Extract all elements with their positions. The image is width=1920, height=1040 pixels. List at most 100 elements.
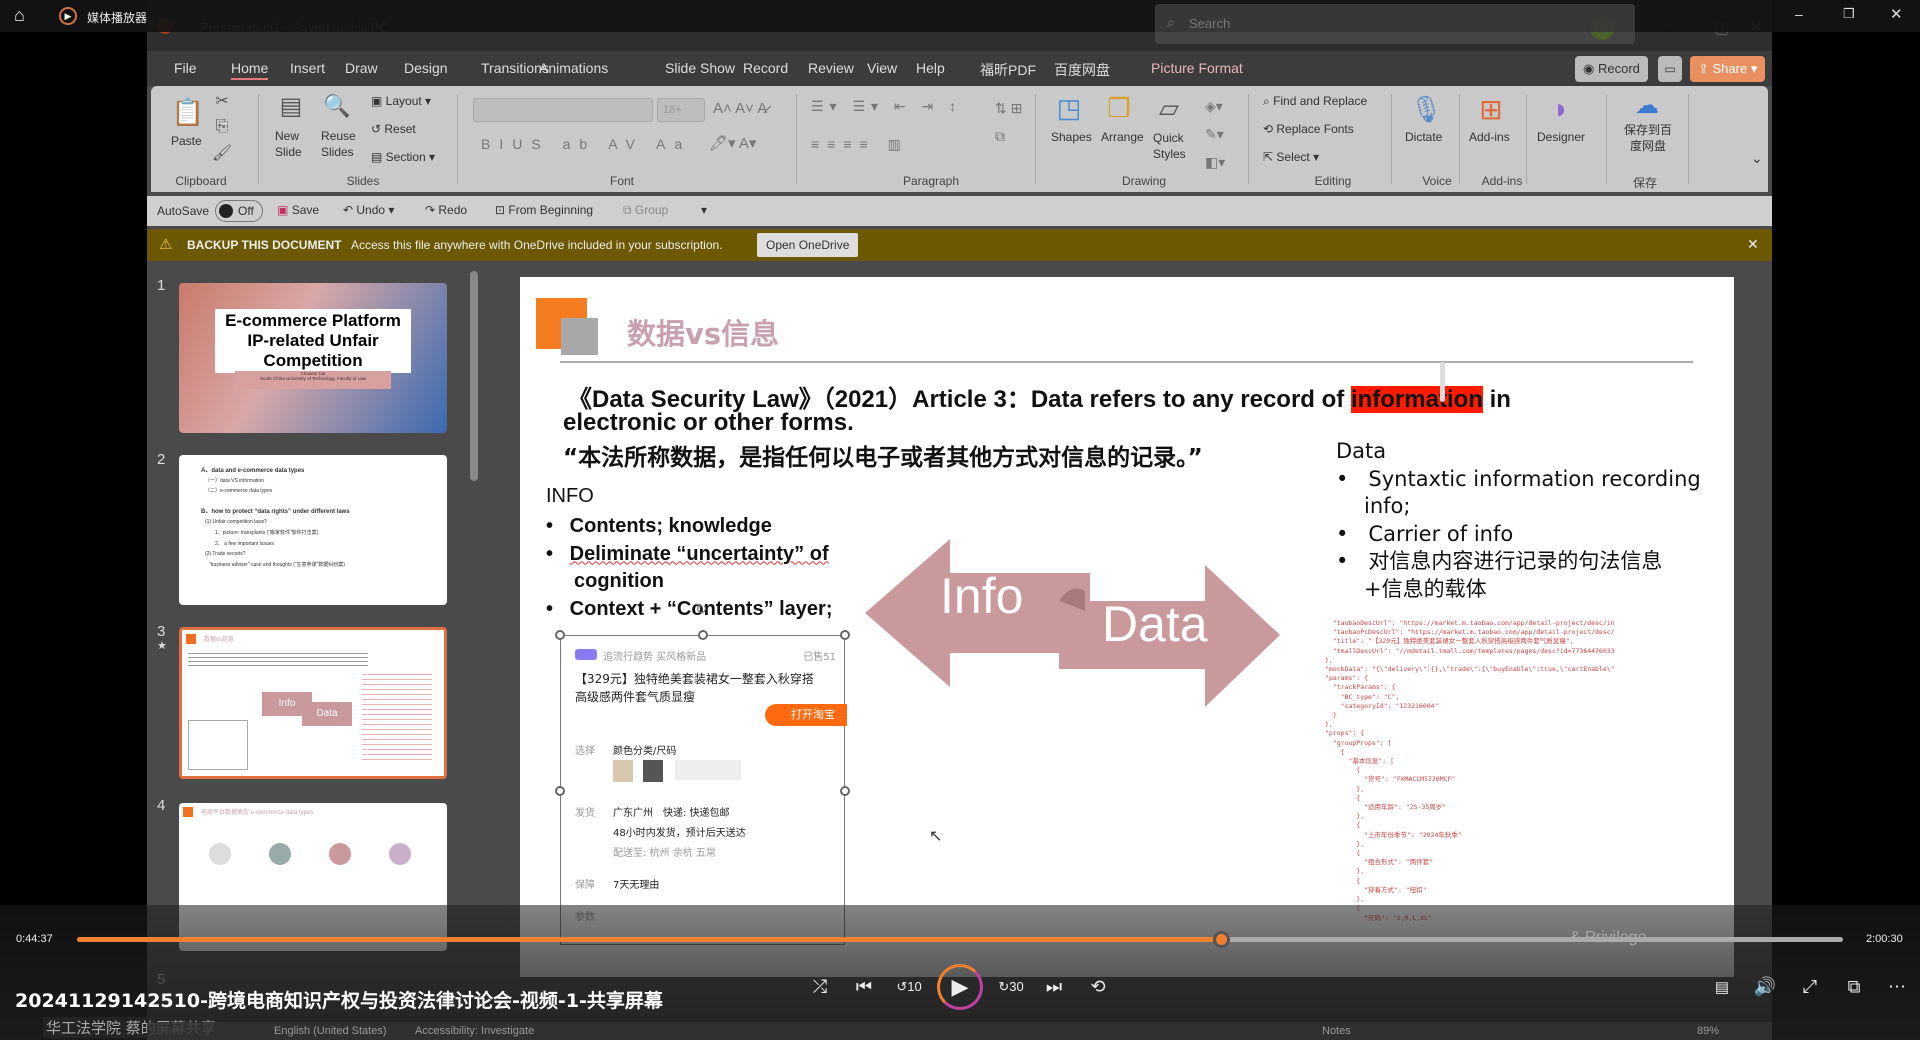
info-data-arrows[interactable]	[865, 537, 1285, 707]
addins-button[interactable]: Add-ins	[1469, 130, 1510, 144]
open-onedrive-button[interactable]: Open OneDrive	[757, 233, 859, 257]
language-status[interactable]: English (United States)	[274, 1025, 387, 1037]
reset-button[interactable]: ↺ Reset	[371, 122, 416, 136]
next-icon[interactable]: ⏭	[1046, 977, 1062, 998]
shapes-button[interactable]: Shapes	[1051, 130, 1092, 144]
volume-icon[interactable]: 🔊	[1754, 977, 1776, 998]
autosave-toggle[interactable]: Off	[215, 200, 263, 222]
play-button[interactable]: ▶	[937, 964, 983, 1010]
save-button[interactable]: ▣ Save	[277, 203, 319, 217]
new-slide-button[interactable]: New Slide	[275, 128, 311, 160]
zoom-level[interactable]: 89%	[1697, 1025, 1719, 1037]
collapse-ribbon-icon[interactable]: ⌄	[1751, 150, 1763, 167]
thumbnails-scrollbar[interactable]	[470, 271, 478, 481]
font-name-dropdown[interactable]	[473, 98, 653, 122]
more-options-icon[interactable]: ⋯	[1888, 977, 1906, 998]
restore-button[interactable]: ❐	[1843, 6, 1855, 22]
tab-insert[interactable]: Insert	[290, 60, 325, 76]
paste-button[interactable]: Paste	[171, 134, 202, 148]
tab-百度网盘[interactable]: 百度网盘	[1054, 60, 1110, 80]
data-column[interactable]: Data • Syntaxtic information recording i…	[1336, 438, 1701, 603]
copy-icon[interactable]: ⎘	[213, 118, 231, 136]
accessibility-status[interactable]: Accessibility: Investigate	[415, 1025, 534, 1037]
redo-button[interactable]: ↷ Redo	[425, 203, 467, 217]
group-button[interactable]: ⧉ Group	[623, 203, 668, 218]
rotate-handle-icon[interactable]: ↻	[695, 600, 708, 618]
quick-styles-icon[interactable]: ▱	[1151, 90, 1187, 126]
designer-icon[interactable]: ◗	[1543, 90, 1579, 128]
font-format-buttons[interactable]: BIUS ab AV Aa	[481, 136, 691, 152]
repeat-off-icon[interactable]: ⟲	[1090, 977, 1105, 998]
font-size-dropdown[interactable]: 18+	[657, 98, 705, 122]
shapes-icon[interactable]: ◳	[1051, 90, 1087, 126]
from-beginning-button[interactable]: ⊡ From Beginning	[495, 203, 593, 217]
tab-design[interactable]: Design	[404, 60, 448, 76]
thumbnail-slide-3-selected[interactable]: 数据vs信息 Info Data	[179, 627, 447, 779]
replace-fonts-button[interactable]: ⟲ Replace Fonts	[1263, 122, 1354, 136]
arrange-icon[interactable]: ❐	[1101, 90, 1137, 126]
tab-animations[interactable]: Animations	[539, 60, 608, 76]
shuffle-icon[interactable]: ⤮	[813, 977, 827, 998]
font-color-buttons[interactable]: 🖊▾ A▾	[709, 134, 756, 152]
info-heading[interactable]: INFO	[546, 485, 594, 508]
captions-icon[interactable]: ▤	[1715, 978, 1729, 996]
home-icon[interactable]: ⌂	[14, 5, 25, 26]
tab-draw[interactable]: Draw	[345, 60, 378, 76]
seek-thumb[interactable]	[1213, 931, 1231, 948]
thumbnail-slide-1[interactable]: E-commerce Platform IP-related Unfair Co…	[179, 283, 447, 433]
record-button[interactable]: ◉ Record	[1575, 56, 1648, 82]
reuse-slides-button[interactable]: Reuse Slides	[321, 128, 357, 160]
dictate-button[interactable]: Dictate	[1405, 130, 1442, 144]
undo-button[interactable]: ↶ Undo ▾	[343, 203, 394, 217]
alignment-buttons[interactable]: ≡≡≡≡ ▥	[811, 136, 909, 153]
search-input[interactable]: ⌕ Search	[1155, 4, 1635, 44]
layout-button[interactable]: ▣ Layout ▾	[371, 94, 431, 108]
share-button[interactable]: ⇪ Share ▾	[1690, 56, 1766, 82]
text-direction-buttons[interactable]: ⇅ ⊞ ⧉	[995, 94, 1025, 150]
mini-player-icon[interactable]: ⧉	[1848, 977, 1861, 998]
taobao-screenshot-image[interactable]: 追流行趋势 买风格新品 已售51 【329元】独特绝美套装裙女一整套入秋穿搭 高…	[555, 600, 850, 945]
law-text-line3[interactable]: “本法所称数据，是指任何以电子或者其他方式对信息的记录。”	[563, 438, 1203, 472]
resize-handle[interactable]	[840, 630, 850, 640]
addins-icon[interactable]: ⊞	[1473, 90, 1509, 128]
microphone-icon[interactable]: 🎙	[1410, 90, 1443, 128]
find-replace-button[interactable]: ⌕ Find and Replace	[1263, 94, 1367, 109]
tab-help[interactable]: Help	[916, 60, 945, 76]
paste-icon[interactable]: 📋	[171, 92, 205, 132]
thumbnail-slide-2[interactable]: A、data and e-commerce data types （一）data…	[179, 455, 447, 605]
new-slide-icon[interactable]: ▤	[275, 90, 307, 122]
banner-close-icon[interactable]: ✕	[1747, 236, 1759, 253]
customize-qat-button[interactable]: ▾	[701, 203, 707, 217]
select-button[interactable]: ⇱ Select ▾	[1263, 150, 1319, 164]
tab-record[interactable]: Record	[743, 60, 788, 76]
format-painter-icon[interactable]: 🖌	[212, 144, 232, 162]
resize-handle[interactable]	[698, 630, 708, 640]
info-bullets[interactable]: • Contents; knowledge • Deliminate “unce…	[546, 513, 833, 623]
law-text-line2[interactable]: electronic or other forms.	[563, 409, 854, 437]
tab-view[interactable]: View	[867, 60, 897, 76]
resize-handle[interactable]	[555, 786, 565, 796]
previous-icon[interactable]: ⏮	[856, 977, 872, 998]
fullscreen-icon[interactable]: ⤢	[1803, 977, 1817, 998]
tab-slide-show[interactable]: Slide Show	[665, 60, 735, 76]
quick-styles-button[interactable]: Quick Styles	[1153, 130, 1187, 162]
section-button[interactable]: ▤ Section ▾	[371, 150, 435, 164]
resize-handle[interactable]	[840, 786, 850, 796]
tab-file[interactable]: File	[174, 60, 197, 76]
save-baidu-button[interactable]: 保存到百度网盘	[1623, 122, 1673, 154]
forward-30-icon[interactable]: ↻30	[998, 979, 1023, 995]
shape-fill-outline-effects[interactable]: ◈▾ ✎▾ ◧▾	[1205, 92, 1235, 176]
designer-button[interactable]: Designer	[1537, 130, 1585, 144]
tab-home[interactable]: Home	[231, 60, 269, 80]
cut-icon[interactable]: ✂	[213, 92, 231, 110]
list-buttons[interactable]: ☰▾ ☰▾ ⇤ ⇥ ↕	[811, 98, 962, 115]
arrange-button[interactable]: Arrange	[1101, 130, 1144, 144]
tab-review[interactable]: Review	[808, 60, 854, 76]
slide-title[interactable]: 数据vs信息	[627, 311, 779, 353]
slide-scrollbar[interactable]	[1440, 362, 1445, 402]
comments-button[interactable]: ▭	[1658, 56, 1682, 82]
rewind-10-icon[interactable]: ↺10	[896, 979, 921, 995]
font-size-controls[interactable]: A˄ A˅ A̷	[713, 100, 767, 117]
tab-picture-format[interactable]: Picture Format	[1151, 60, 1243, 76]
minimize-button[interactable]: –	[1795, 6, 1803, 22]
